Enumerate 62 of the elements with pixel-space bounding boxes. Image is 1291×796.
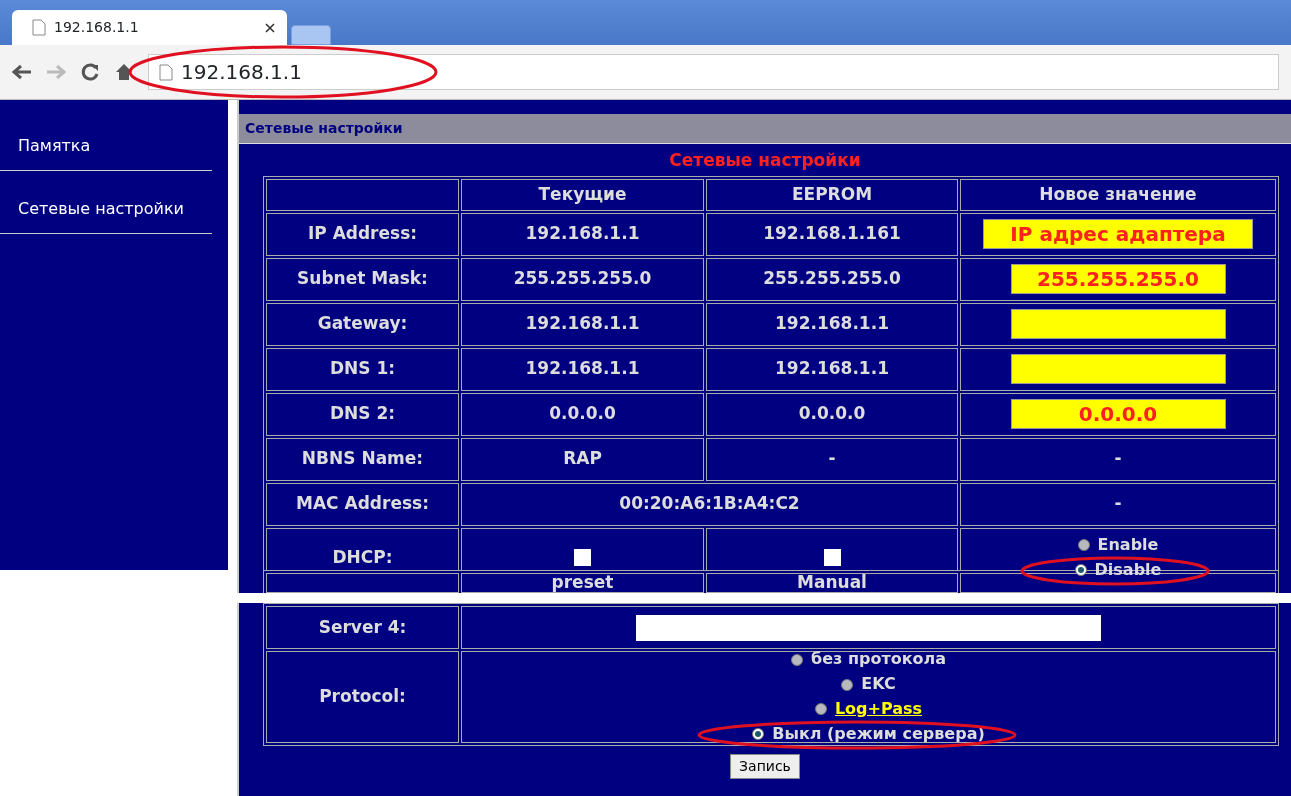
radio-button[interactable] bbox=[841, 678, 854, 691]
cell-text: 255.255.255.0 bbox=[763, 267, 901, 291]
row-label: DHCP: bbox=[332, 545, 393, 569]
input-field[interactable]: IP адрес адаптера bbox=[983, 219, 1253, 249]
cell-text: 0.0.0.0 bbox=[798, 402, 866, 426]
cell-text: 00:20:A6:1B:A4:C2 bbox=[619, 492, 800, 516]
row-label: DNS 1: bbox=[329, 357, 396, 381]
option-label: Выкл (режим сервера) bbox=[772, 723, 985, 745]
column-header: Новое значение bbox=[1039, 182, 1197, 206]
row-label: DNS 2: bbox=[329, 402, 396, 426]
cell-text: RAP bbox=[563, 447, 602, 471]
row-label: Subnet Mask: bbox=[297, 267, 428, 291]
radio-button[interactable] bbox=[1077, 539, 1090, 552]
row-label: NBNS Name: bbox=[301, 447, 424, 471]
row-label: Server 4: bbox=[318, 615, 407, 639]
radio-button[interactable] bbox=[791, 653, 803, 666]
checkbox[interactable] bbox=[823, 549, 841, 566]
radio-button[interactable] bbox=[1074, 563, 1087, 576]
column-header: Текущие bbox=[538, 182, 627, 206]
row-label: MAC Address: bbox=[296, 492, 429, 516]
cell-text: 192.168.1.1 bbox=[525, 312, 640, 336]
option-label: без протокола bbox=[811, 649, 946, 671]
back-icon[interactable] bbox=[12, 64, 32, 80]
radio-button[interactable] bbox=[814, 703, 827, 716]
sidebar-link[interactable]: Памятка bbox=[0, 130, 212, 171]
cell-text: 192.168.1.1 bbox=[775, 312, 889, 336]
cell-text: 0.0.0.0 bbox=[549, 402, 616, 426]
checkbox[interactable] bbox=[574, 549, 591, 566]
browser-tab[interactable]: 192.168.1.1 bbox=[12, 10, 287, 45]
page-icon bbox=[32, 19, 46, 36]
cell-text: preset bbox=[551, 571, 614, 595]
tab-title: 192.168.1.1 bbox=[54, 18, 140, 37]
row-label: IP Address: bbox=[307, 222, 418, 246]
cell-text: - bbox=[1114, 492, 1122, 516]
panel-title: Сетевые настройки bbox=[668, 149, 862, 172]
input-field[interactable] bbox=[1010, 309, 1226, 339]
cell-text: Manual bbox=[797, 571, 867, 595]
option-label: EKC bbox=[861, 674, 896, 695]
row-label: Gateway: bbox=[317, 312, 408, 336]
cell-text: - bbox=[828, 447, 836, 471]
panel-header: Сетевые настройки bbox=[239, 114, 1291, 144]
save-button[interactable]: Запись bbox=[730, 754, 800, 779]
page-icon bbox=[159, 63, 173, 81]
input-field[interactable]: 255.255.255.0 bbox=[1010, 264, 1226, 294]
reload-icon[interactable] bbox=[80, 62, 100, 82]
cell-text: 192.168.1.1 bbox=[775, 357, 889, 381]
sidebar-link[interactable]: Сетевые настройки bbox=[0, 193, 212, 234]
address-bar[interactable]: 192.168.1.1 bbox=[148, 54, 1279, 90]
cell-text: 255.255.255.0 bbox=[513, 267, 652, 291]
cell-text: 192.168.1.161 bbox=[763, 222, 901, 246]
cell-text: 192.168.1.1 bbox=[525, 222, 640, 246]
row-label: Protocol: bbox=[319, 685, 406, 709]
radio-button[interactable] bbox=[752, 728, 765, 741]
close-icon[interactable] bbox=[265, 22, 275, 33]
input-field[interactable] bbox=[1010, 354, 1226, 384]
input-field[interactable] bbox=[636, 614, 1101, 641]
option-link[interactable]: Log+Pass bbox=[834, 699, 923, 720]
input-field[interactable]: 0.0.0.0 bbox=[1010, 399, 1226, 429]
column-header: EEPROM bbox=[791, 182, 873, 206]
cell-text: - bbox=[1114, 447, 1122, 471]
option-label: Enable bbox=[1097, 534, 1159, 556]
cell-text: 192.168.1.1 bbox=[525, 357, 640, 381]
